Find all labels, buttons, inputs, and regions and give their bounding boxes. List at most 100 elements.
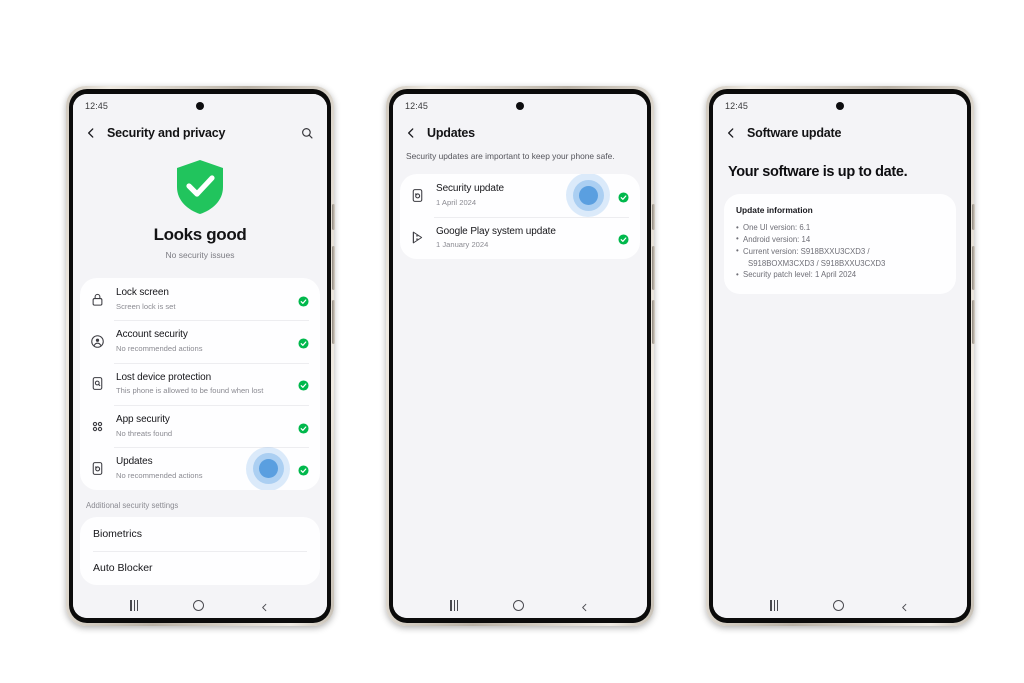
list-item-subtitle: No threats found (116, 428, 173, 438)
list-item-subtitle: Screen lock is set (116, 301, 176, 311)
status-badge-ok (298, 463, 309, 476)
status-badge-ok (298, 336, 309, 349)
status-bar: 12:45 (73, 94, 327, 118)
chevron-left-icon[interactable] (404, 126, 418, 140)
phone-screen: 12:45 Updates Security updates are impor… (393, 94, 647, 618)
google-play-icon (410, 230, 425, 245)
info-item: Android version: 14 (736, 233, 944, 246)
phone-refresh-icon (410, 188, 425, 203)
side-button-volume-down[interactable] (652, 300, 655, 344)
side-button-top[interactable] (652, 204, 655, 230)
hero-subtitle: No security issues (165, 250, 235, 260)
updates-description: Security updates are important to keep y… (393, 150, 647, 175)
list-item-title: Updates (116, 456, 153, 468)
list-item-title: Lost device protection (116, 371, 212, 383)
update-information-card: Update information One UI version: 6.1 A… (724, 194, 956, 295)
list-item-lost-device-protection[interactable]: Lost device protection This phone is all… (80, 362, 320, 405)
page-title: Security and privacy (107, 126, 226, 140)
phone-bezel: 12:45 Security and privacy Looks good No… (69, 89, 331, 623)
list-item-title: Security update (436, 183, 504, 195)
list-item-text: Lost device protection This phone is all… (116, 372, 292, 396)
search-icon[interactable] (300, 126, 314, 140)
side-button-volume-down[interactable] (332, 300, 335, 344)
phone-screen: 12:45 Software update Your software is u… (713, 94, 967, 618)
page-title: Software update (747, 126, 842, 140)
navigation-bar (713, 592, 967, 618)
app-header: Software update (713, 118, 967, 150)
list-item-google-play-system-update[interactable]: Google Play system update 1 January 2024 (400, 216, 640, 259)
section-label-additional-settings: Additional security settings (86, 500, 179, 510)
status-badge-ok (298, 378, 309, 391)
info-item: Security patch level: 1 April 2024 (736, 269, 944, 281)
additional-settings-card: Biometrics Auto Blocker (80, 516, 320, 585)
side-button-top[interactable] (332, 204, 335, 230)
security-items-card: Lock screen Screen lock is set Account s… (80, 278, 320, 490)
list-item-subtitle: This phone is allowed to be found when l… (116, 386, 264, 396)
list-item-subtitle: 1 April 2024 (436, 197, 477, 207)
list-item-text: Account security No recommended actions (116, 329, 292, 353)
front-camera-punch-hole (196, 102, 204, 110)
screenshot-stage: 12:45 Security and privacy Looks good No… (0, 0, 1024, 683)
back-icon[interactable] (899, 600, 910, 611)
updates-card: Security update 1 April 2024 Google Play… (400, 174, 640, 259)
app-grid-icon (90, 419, 105, 434)
list-item-text: Lock screen Screen lock is set (116, 287, 292, 311)
back-icon[interactable] (259, 600, 270, 611)
update-information-list: One UI version: 6.1 Android version: 14 … (736, 222, 944, 281)
recents-icon[interactable] (130, 599, 139, 611)
shield-check-icon (174, 158, 226, 216)
front-camera-punch-hole (836, 102, 844, 110)
recents-icon[interactable] (770, 599, 779, 611)
status-badge-ok (298, 421, 309, 434)
list-item-security-update[interactable]: Security update 1 April 2024 (400, 174, 640, 218)
list-item-title: Account security (116, 329, 188, 341)
hero-title: Looks good (153, 225, 247, 244)
list-item-title: Biometrics (93, 527, 143, 540)
phone-bezel: 12:45 Updates Security updates are impor… (389, 89, 651, 623)
list-item-updates[interactable]: Updates No recommended actions (80, 446, 320, 490)
side-button-volume-up[interactable] (332, 246, 335, 290)
status-bar-clock: 12:45 (85, 101, 109, 111)
status-bar-clock: 12:45 (405, 101, 429, 111)
list-item-title: App security (116, 414, 170, 426)
side-button-volume-up[interactable] (652, 246, 655, 290)
status-badge-ok (298, 294, 309, 307)
recents-icon[interactable] (450, 599, 459, 611)
list-item-title: Lock screen (116, 287, 169, 298)
update-information-title: Update information (736, 205, 813, 215)
back-icon[interactable] (579, 600, 590, 611)
list-item-biometrics[interactable]: Biometrics (80, 517, 320, 551)
list-item-lock-screen[interactable]: Lock screen Screen lock is set (80, 278, 320, 320)
phone-mockup-updates: 12:45 Updates Security updates are impor… (386, 86, 655, 626)
phone-mockup-security-privacy: 12:45 Security and privacy Looks good No… (66, 86, 335, 626)
security-status-hero: Looks good No security issues (73, 150, 327, 278)
phone-screen: 12:45 Security and privacy Looks good No… (73, 94, 327, 618)
chevron-left-icon[interactable] (724, 126, 738, 140)
status-bar-clock: 12:45 (725, 101, 749, 111)
account-person-icon (90, 334, 105, 349)
status-bar: 12:45 (393, 94, 647, 118)
home-icon[interactable] (833, 599, 845, 611)
phone-search-icon (90, 376, 105, 391)
home-icon[interactable] (513, 599, 525, 611)
content-filler (713, 294, 967, 592)
status-badge-ok (618, 232, 629, 245)
info-item-continuation: S918BOXM3CXD3 / S918BXXU3CXD3 (748, 258, 886, 268)
home-icon[interactable] (193, 599, 205, 611)
list-item-subtitle: 1 January 2024 (436, 240, 489, 250)
phone-mockup-software-update: 12:45 Software update Your software is u… (706, 86, 975, 626)
app-header: Updates (393, 118, 647, 150)
list-item-account-security[interactable]: Account security No recommended actions (80, 320, 320, 362)
list-item-title: Google Play system update (436, 225, 556, 237)
front-camera-punch-hole (516, 102, 524, 110)
content-filler (73, 584, 327, 592)
phone-bezel: 12:45 Software update Your software is u… (709, 89, 971, 623)
list-item-auto-blocker[interactable]: Auto Blocker (80, 550, 320, 585)
list-item-app-security[interactable]: App security No threats found (80, 405, 320, 447)
list-item-title: Auto Blocker (93, 561, 153, 574)
side-button-volume-down[interactable] (972, 300, 975, 344)
side-button-volume-up[interactable] (972, 246, 975, 290)
side-button-top[interactable] (972, 204, 975, 230)
chevron-left-icon[interactable] (84, 126, 98, 140)
navigation-bar (393, 592, 647, 618)
